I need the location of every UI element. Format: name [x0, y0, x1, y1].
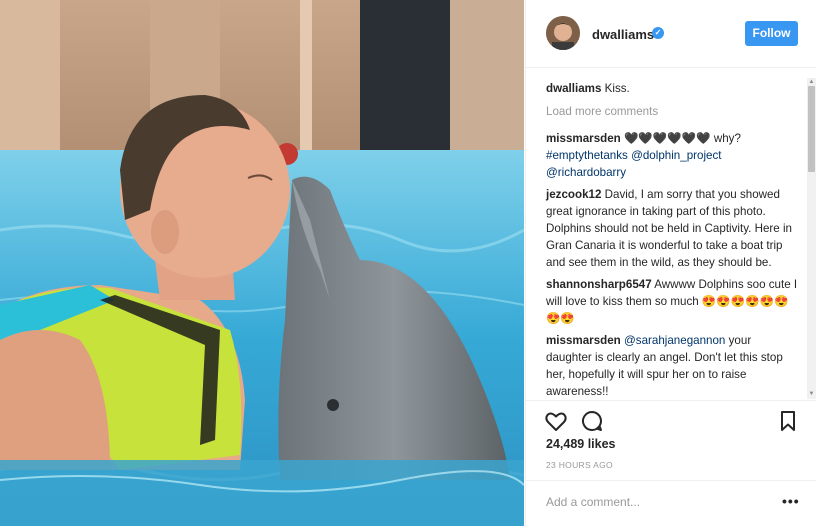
comment-username[interactable]: missmarsden [546, 132, 621, 145]
mention-link[interactable]: @sarahjanegannon [624, 334, 725, 347]
caption-text: Kiss. [604, 82, 630, 95]
follow-button[interactable]: Follow [745, 21, 798, 46]
likes-count[interactable]: 24,489 likes [546, 437, 616, 451]
comment-item: missmarsden @sarahjanegannon your daught… [546, 332, 798, 400]
more-options-icon[interactable]: ••• [782, 493, 800, 509]
caption-username[interactable]: dwalliams [546, 82, 601, 95]
post-sidebar: dwalliams ✓ Follow dwalliams Kiss. Load … [525, 0, 816, 526]
add-comment-input[interactable]: Add a comment... [546, 495, 640, 509]
comments-scrollbar[interactable]: ▲ ▼ [807, 78, 816, 399]
avatar[interactable] [546, 16, 580, 50]
mention-link[interactable]: @richardobarry [546, 166, 626, 179]
scroll-down-icon[interactable]: ▼ [808, 391, 815, 397]
comment-text: 🖤🖤🖤🖤🖤🖤 why? [624, 132, 741, 145]
scroll-up-icon[interactable]: ▲ [808, 79, 815, 85]
speech-bubble-icon[interactable] [580, 409, 604, 433]
add-comment-bar: Add a comment... ••• [526, 480, 816, 526]
post-timestamp: 23 HOURS AGO [546, 460, 613, 470]
post-header: dwalliams ✓ Follow [526, 0, 816, 68]
bookmark-icon[interactable] [776, 409, 800, 433]
comment-username[interactable]: missmarsden [546, 334, 621, 347]
caption: dwalliams Kiss. [546, 80, 798, 97]
load-more-comments-link[interactable]: Load more comments [546, 103, 798, 120]
action-bar [526, 400, 816, 440]
comment-username[interactable]: shannonsharp6547 [546, 278, 652, 291]
hashtag-link[interactable]: #emptythetanks [546, 149, 628, 162]
photo-image [0, 0, 524, 526]
comment-username[interactable]: jezcook12 [546, 188, 601, 201]
heart-icon[interactable] [544, 409, 568, 433]
comments-list: dwalliams Kiss. Load more comments missm… [546, 80, 798, 405]
comment-item: missmarsden 🖤🖤🖤🖤🖤🖤 why? #emptythetanks @… [546, 130, 798, 181]
comment-item: shannonsharp6547 Awwww Dolphins soo cute… [546, 276, 798, 327]
mention-link[interactable]: @dolphin_project [631, 149, 721, 162]
post-photo[interactable] [0, 0, 524, 526]
scrollbar-thumb[interactable] [808, 86, 815, 172]
comment-item: jezcook12 David, I am sorry that you sho… [546, 186, 798, 271]
header-username[interactable]: dwalliams [592, 27, 654, 42]
verified-badge-icon: ✓ [652, 27, 664, 39]
